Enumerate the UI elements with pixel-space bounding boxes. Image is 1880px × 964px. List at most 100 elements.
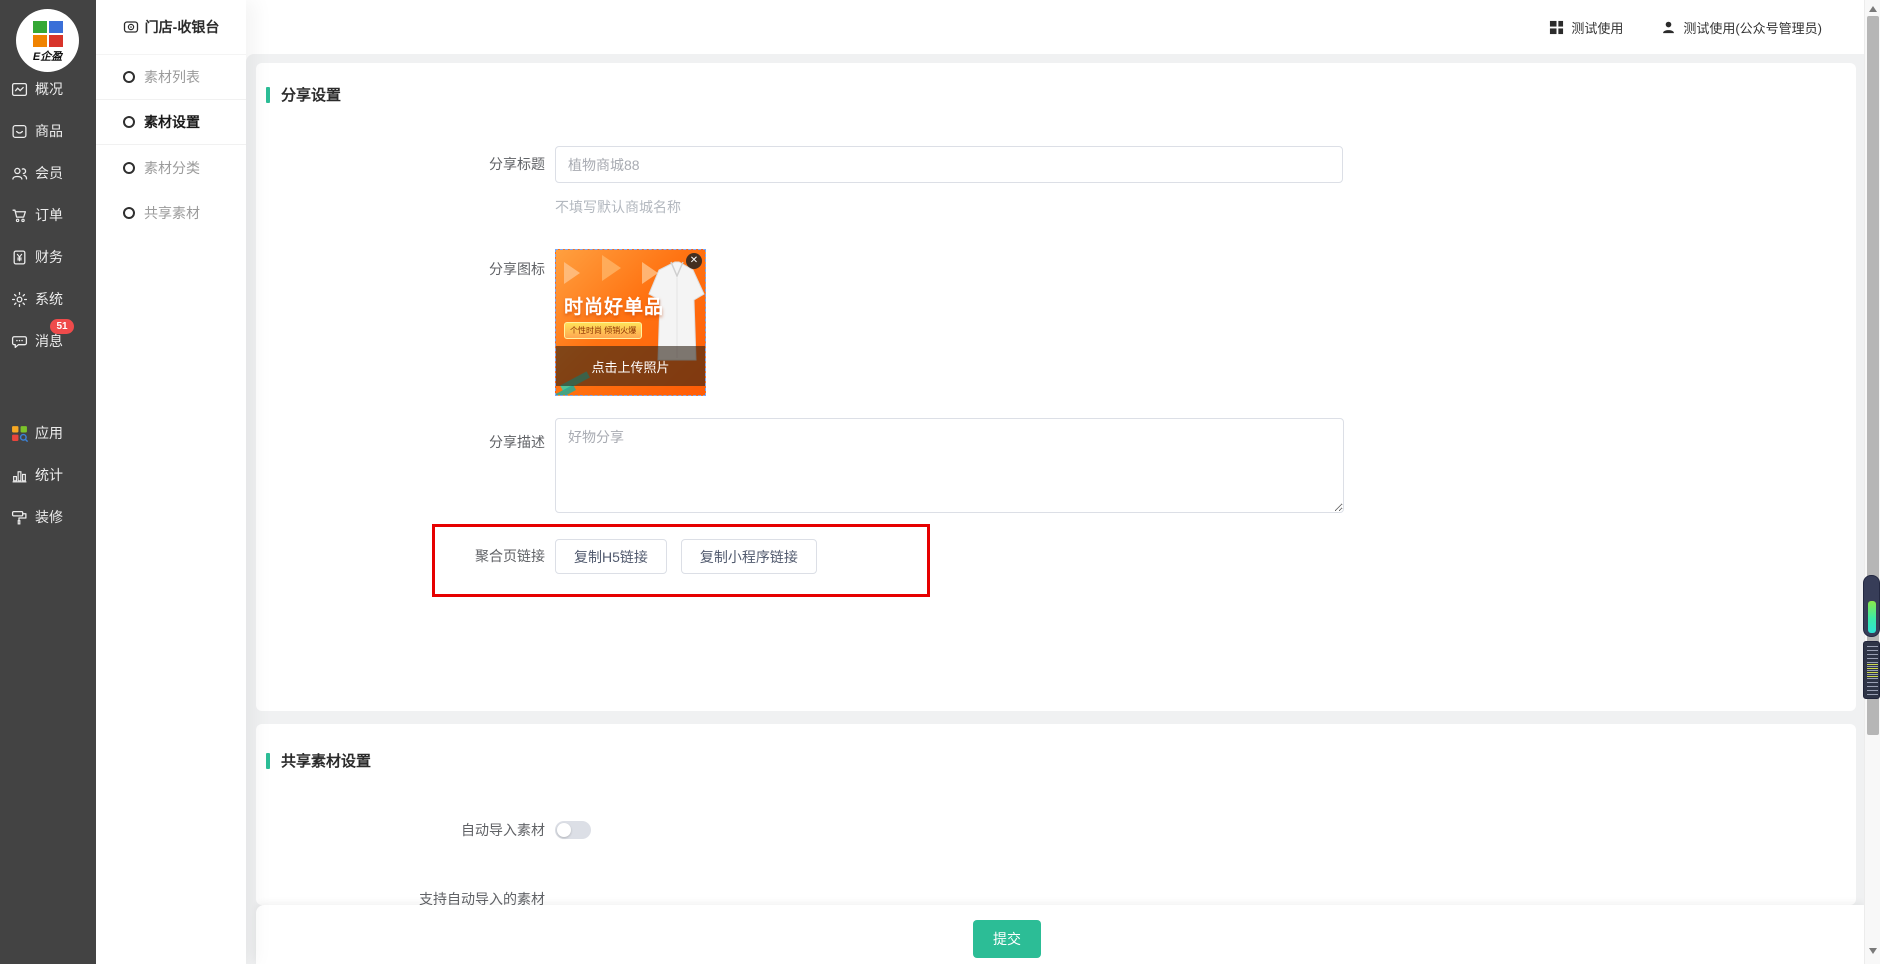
circle-icon xyxy=(123,71,135,83)
submenu-item-shared-material[interactable]: 共享素材 xyxy=(96,190,246,235)
sidebar-item-system[interactable]: 系统 xyxy=(0,278,96,320)
footer-bar: 提交 xyxy=(256,905,1864,964)
auto-import-toggle[interactable] xyxy=(555,821,591,839)
stats-icon xyxy=(11,467,28,484)
store-switcher-label: 测试使用 xyxy=(1571,18,1623,37)
brand-logo-icon xyxy=(33,21,63,47)
order-icon xyxy=(11,207,28,224)
shared-material-card: 共享素材设置 自动导入素材 支持自动导入的素材 xyxy=(256,724,1856,905)
toggle-knob xyxy=(557,823,571,837)
sidebar-item-finance[interactable]: 财务 xyxy=(0,236,96,278)
submenu-item-material-category[interactable]: 素材分类 xyxy=(96,145,246,190)
upload-overlay[interactable]: 点击上传照片 xyxy=(556,346,705,386)
section-accent-bar xyxy=(266,753,270,769)
remove-image-button[interactable]: ✕ xyxy=(686,253,702,269)
submenu-title-row: 门店-收银台 xyxy=(96,0,246,54)
message-count-badge: 51 xyxy=(50,319,74,334)
share-title-label: 分享标题 xyxy=(256,146,545,183)
aggregate-link-label: 聚合页链接 xyxy=(256,539,545,574)
sidebar-item-goods[interactable]: 商品 xyxy=(0,110,96,152)
finance-icon xyxy=(11,249,28,266)
promo-badge: 个性时尚 倾销火爆 xyxy=(564,322,642,339)
main-sidebar: E企盈 概况 商品 会员 订单 财务 xyxy=(0,0,96,964)
sidebar-item-decorate[interactable]: 装修 xyxy=(0,496,96,538)
sidebar-menu: 概况 商品 会员 订单 财务 系统 xyxy=(0,68,96,538)
close-icon: ✕ xyxy=(690,255,698,266)
sidebar-item-message[interactable]: 消息 51 xyxy=(0,320,96,362)
brand-logo[interactable]: E企盈 xyxy=(16,9,79,72)
sidebar-item-overview[interactable]: 概况 xyxy=(0,68,96,110)
gradient-meter-icon xyxy=(1868,601,1876,633)
promo-arrow-icon xyxy=(564,262,580,284)
submenu-item-label: 素材设置 xyxy=(144,112,200,132)
share-icon-upload[interactable]: 时尚好单品 个性时尚 倾销火爆 点击上传照片 ✕ xyxy=(555,249,706,396)
submenu-item-material-list[interactable]: 素材列表 xyxy=(96,55,246,100)
scroll-down-icon[interactable] xyxy=(1869,948,1877,954)
user-icon xyxy=(1661,20,1676,35)
copy-h5-link-button[interactable]: 复制H5链接 xyxy=(555,539,667,574)
scrollbar-gradient-meter-widget xyxy=(1863,575,1880,637)
sidebar-item-label: 装修 xyxy=(35,507,63,527)
secondary-sidebar: 门店-收银台 素材列表 素材设置 素材分类 共享素材 xyxy=(96,0,246,964)
scroll-up-icon[interactable] xyxy=(1869,6,1877,12)
share-title-input[interactable] xyxy=(555,146,1343,183)
sidebar-spacer xyxy=(0,362,96,412)
member-icon xyxy=(11,165,28,182)
user-menu[interactable]: 测试使用(公众号管理员) xyxy=(1661,18,1822,37)
share-settings-card: 分享设置 分享标题 不填写默认商城名称 分享图标 xyxy=(256,63,1856,711)
auto-import-label: 自动导入素材 xyxy=(256,821,545,839)
circle-icon xyxy=(123,116,135,128)
submenu-item-label: 素材列表 xyxy=(144,67,200,87)
section-title: 共享素材设置 xyxy=(281,750,371,771)
apps-icon xyxy=(11,425,28,442)
sidebar-item-label: 财务 xyxy=(35,247,63,267)
share-desc-textarea[interactable] xyxy=(555,418,1344,513)
goods-icon xyxy=(11,123,28,140)
copy-miniprogram-link-button[interactable]: 复制小程序链接 xyxy=(681,539,817,574)
sidebar-item-label: 概况 xyxy=(35,79,63,99)
ruler-colored-stripes-icon xyxy=(1867,664,1878,678)
sidebar-item-label: 应用 xyxy=(35,423,63,443)
submenu-item-material-settings[interactable]: 素材设置 xyxy=(96,100,246,145)
sidebar-item-label: 会员 xyxy=(35,163,63,183)
user-menu-label: 测试使用(公众号管理员) xyxy=(1683,18,1822,37)
sidebar-item-label: 统计 xyxy=(35,465,63,485)
system-icon xyxy=(11,291,28,308)
main-content: 分享设置 分享标题 不填写默认商城名称 分享图标 xyxy=(246,54,1864,964)
submenu-item-label: 素材分类 xyxy=(144,158,200,178)
store-switcher[interactable]: 测试使用 xyxy=(1549,18,1623,37)
sidebar-item-apps[interactable]: 应用 xyxy=(0,412,96,454)
sidebar-item-stats[interactable]: 统计 xyxy=(0,454,96,496)
sidebar-item-label: 商品 xyxy=(35,121,63,141)
promo-headline: 时尚好单品 xyxy=(564,292,664,319)
share-desc-label: 分享描述 xyxy=(256,432,545,452)
support-auto-import-label: 支持自动导入的素材 xyxy=(256,889,545,905)
sidebar-item-label: 消息 xyxy=(35,331,63,351)
section-accent-bar xyxy=(266,87,270,103)
sidebar-item-label: 系统 xyxy=(35,289,63,309)
brand-logo-text: E企盈 xyxy=(33,48,62,64)
upload-overlay-label: 点击上传照片 xyxy=(591,357,669,376)
topbar: 测试使用 测试使用(公众号管理员) xyxy=(96,0,1880,54)
section-title-row: 分享设置 xyxy=(266,84,341,105)
section-title: 分享设置 xyxy=(281,84,341,105)
scrollbar[interactable] xyxy=(1864,0,1880,964)
promo-arrow-icon xyxy=(602,255,621,281)
submenu-title: 门店-收银台 xyxy=(145,17,220,37)
share-title-help: 不填写默认商城名称 xyxy=(555,197,681,217)
sidebar-item-order[interactable]: 订单 xyxy=(0,194,96,236)
submenu-nav: 素材列表 素材设置 素材分类 共享素材 xyxy=(96,54,246,235)
circle-icon xyxy=(123,162,135,174)
share-icon-label: 分享图标 xyxy=(256,259,545,279)
sidebar-item-member[interactable]: 会员 xyxy=(0,152,96,194)
app-window: E企盈 概况 商品 会员 订单 财务 xyxy=(0,0,1880,964)
sidebar-item-label: 订单 xyxy=(35,205,63,225)
decorate-icon xyxy=(11,509,28,526)
scrollbar-striped-ruler-widget xyxy=(1863,641,1880,699)
circle-icon xyxy=(123,207,135,219)
message-icon xyxy=(11,333,28,350)
cashier-icon xyxy=(123,19,139,35)
section-title-row: 共享素材设置 xyxy=(266,750,371,771)
submenu-item-label: 共享素材 xyxy=(144,203,200,223)
submit-button[interactable]: 提交 xyxy=(973,920,1041,958)
